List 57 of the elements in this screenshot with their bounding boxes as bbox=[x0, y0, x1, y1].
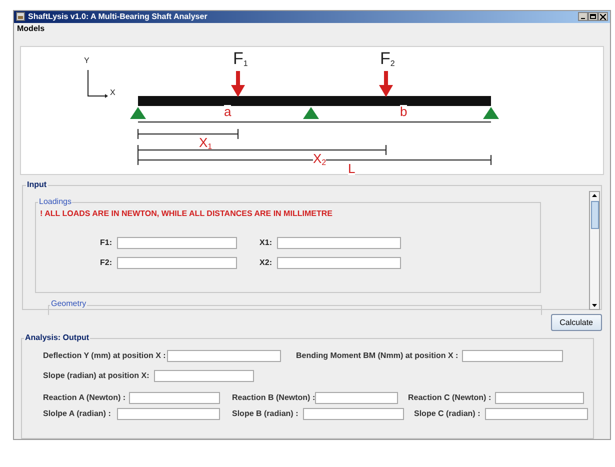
output-field[interactable] bbox=[462, 350, 563, 362]
menu-item[interactable]: Models bbox=[17, 24, 45, 33]
minimize-button[interactable] bbox=[578, 12, 588, 22]
diagram-label: X$_{2}$ bbox=[313, 152, 326, 166]
diagram-label: L bbox=[348, 162, 356, 176]
field-label: Slolpe A (radian) : bbox=[43, 408, 112, 420]
diagram-label: F$_{2}$ bbox=[380, 50, 395, 68]
group-title: Geometry bbox=[50, 299, 88, 310]
output-field[interactable] bbox=[154, 370, 254, 382]
diagram-label: X bbox=[110, 89, 116, 98]
field-label: Reaction A (Newton) : bbox=[43, 392, 127, 404]
field-label: Slope (radian) at position X: bbox=[43, 370, 150, 382]
field-label: Bending Moment BM (Nmm) at position X : bbox=[296, 350, 460, 362]
field-label: X2: bbox=[258, 257, 272, 270]
output-field[interactable] bbox=[129, 392, 220, 404]
output-field[interactable] bbox=[303, 408, 404, 420]
field-label: Slope B (radian) : bbox=[232, 408, 300, 420]
close-button[interactable] bbox=[598, 12, 608, 22]
output-field[interactable] bbox=[495, 392, 584, 404]
maximize-button[interactable] bbox=[588, 12, 598, 22]
axes-icon bbox=[88, 70, 108, 98]
app-icon bbox=[16, 12, 25, 22]
field-label: Reaction C (Newton) : bbox=[408, 392, 492, 404]
output-field[interactable] bbox=[167, 350, 281, 362]
input-field[interactable] bbox=[117, 237, 237, 250]
scroll-up-arrow-icon[interactable] bbox=[591, 192, 598, 200]
output-field[interactable] bbox=[315, 392, 398, 404]
diagram-label: Y bbox=[84, 57, 90, 66]
scroll-down-arrow-icon[interactable] bbox=[591, 302, 598, 310]
field-label: Slope C (radian) : bbox=[414, 408, 482, 420]
input-field[interactable] bbox=[117, 257, 237, 270]
scrollbar-thumb[interactable] bbox=[590, 201, 598, 230]
group-title: Loadings bbox=[38, 197, 72, 208]
field-label: F1: bbox=[99, 237, 112, 250]
support-triangle bbox=[483, 107, 499, 120]
input-field[interactable] bbox=[277, 257, 401, 270]
section-title: Analysis: Output bbox=[24, 332, 90, 344]
calculate-button[interactable]: Calculate bbox=[550, 314, 602, 332]
diagram-label: a bbox=[224, 105, 232, 118]
diagram-label: X$_{1}$ bbox=[199, 136, 212, 150]
diagram-label: F$_{1}$ bbox=[233, 50, 248, 68]
scrollbar[interactable] bbox=[589, 191, 600, 310]
force-arrow bbox=[231, 71, 245, 98]
warning-text: ! ALL LOADS ARE IN NEWTON, WHILE ALL DISTANCES ARE IN MILLIMETRE bbox=[40, 209, 332, 220]
force-arrow bbox=[379, 71, 393, 98]
window-title: ShaftLysis v1.0: A Multi-Bearing Shaft Analyser bbox=[28, 12, 208, 21]
field-label: F2: bbox=[99, 257, 112, 270]
output-field[interactable] bbox=[485, 408, 588, 420]
field-label: Deflection Y (mm) at position X : bbox=[43, 350, 167, 362]
section-title: Input bbox=[26, 179, 48, 192]
support-triangle bbox=[303, 107, 319, 120]
field-label: Reaction B (Newton) : bbox=[232, 392, 315, 404]
input-field[interactable] bbox=[277, 237, 401, 250]
field-label: X1: bbox=[258, 237, 272, 250]
support-triangle bbox=[130, 107, 146, 120]
diagram-label: b bbox=[400, 105, 408, 118]
output-field[interactable] bbox=[117, 408, 220, 420]
